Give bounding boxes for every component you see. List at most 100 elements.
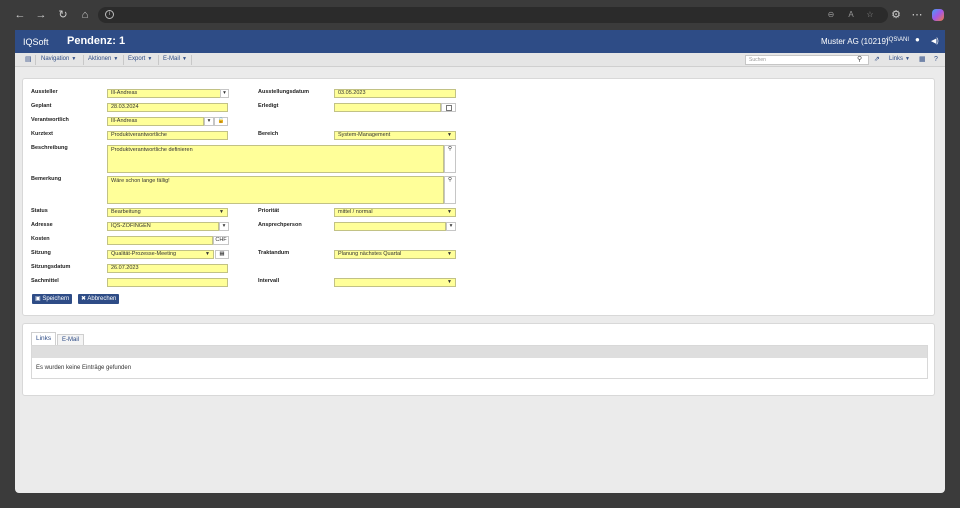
menu-separator: [191, 55, 192, 65]
favorite-star-icon[interactable]: ☆: [865, 10, 875, 20]
zoom-icon[interactable]: ⊖: [826, 10, 836, 20]
floppy-icon: ▣: [35, 296, 41, 302]
bemerkung-textarea[interactable]: Wäre schon lange fällig!: [107, 176, 444, 204]
user-name[interactable]: IQS\ANI: [887, 37, 909, 43]
sachmittel-label: Sachmittel: [31, 278, 59, 284]
traktandum-label: Traktandum: [258, 250, 290, 256]
aussteller-label: Aussteller: [31, 89, 58, 95]
form-panel: Aussteller Ill-Andreas ▾ Ausstellungsdat…: [22, 78, 935, 316]
adresse-select[interactable]: IQS-ZOFINGEN: [107, 222, 219, 231]
company-name[interactable]: Muster AG (10219): [821, 37, 889, 46]
beschreibung-label: Beschreibung: [31, 145, 68, 151]
intervall-select[interactable]: ▼: [334, 278, 456, 287]
verantwortlich-label: Verantwortlich: [31, 117, 69, 123]
forward-arrow-icon[interactable]: →: [35, 9, 47, 21]
erledigt-checkbox[interactable]: [446, 105, 452, 111]
ansprechperson-label: Ansprechperson: [258, 222, 302, 228]
address-bar[interactable]: i ⊖ A ☆: [98, 7, 888, 23]
intervall-label: Intervall: [258, 278, 280, 284]
bemerkung-label: Bemerkung: [31, 176, 62, 182]
chevron-down-icon: ▼: [205, 251, 210, 257]
prioritaet-label: Priorität: [258, 208, 280, 214]
user-icon[interactable]: ●: [915, 35, 920, 44]
sachmittel-field[interactable]: [107, 278, 228, 287]
chevron-down-icon: ▼: [447, 132, 452, 138]
aussteller-dropdown-icon[interactable]: ▾: [220, 89, 229, 98]
calendar-icon[interactable]: ▦: [919, 56, 926, 64]
kosten-currency: CHF: [213, 236, 229, 245]
menu-links[interactable]: Links ▼: [889, 56, 910, 62]
site-info-icon[interactable]: i: [105, 10, 114, 19]
menu-export[interactable]: Export ▼: [128, 56, 152, 62]
search-input[interactable]: Suchen: [745, 55, 869, 65]
status-select[interactable]: Bearbeitung ▼: [107, 208, 228, 217]
geplant-label: Geplant: [31, 103, 52, 109]
kurztext-field[interactable]: Produktverantwortliche: [107, 131, 228, 140]
menu-bar: ▤ Navigation ▼ Aktionen ▼ Export ▼ E-Mail ▼ …: [15, 53, 945, 67]
sitzung-calendar-button[interactable]: ▦: [215, 250, 229, 259]
geplant-field[interactable]: 28.03.2024: [107, 103, 228, 112]
magnifier-icon: ⚲: [447, 146, 453, 152]
cancel-button[interactable]: ✖ Abbrechen: [78, 294, 120, 304]
sitzungsdatum-field[interactable]: 26.07.2023: [107, 264, 228, 273]
adresse-label: Adresse: [31, 222, 53, 228]
beschreibung-zoom-button[interactable]: ⚲: [444, 145, 456, 173]
table-header: [32, 346, 927, 358]
ansprechperson-select[interactable]: [334, 222, 446, 231]
app-header: IQSoft Pendenz: 1 Muster AG (10219) IQS\…: [15, 30, 945, 53]
copilot-icon[interactable]: [932, 9, 944, 21]
speaker-icon[interactable]: ◀): [931, 37, 939, 45]
erledigt-checkbox-wrap: [441, 103, 456, 112]
prioritaet-select[interactable]: mittel / normal ▼: [334, 208, 456, 217]
tab-email[interactable]: E-Mail: [57, 334, 85, 345]
app-window: IQSoft Pendenz: 1 Muster AG (10219) IQS\…: [15, 30, 945, 493]
kosten-field[interactable]: [107, 236, 213, 245]
sitzung-select[interactable]: Qualität-Prozesse-Meeting ▼: [107, 250, 214, 259]
menu-email[interactable]: E-Mail ▼: [163, 56, 187, 62]
extensions-icon[interactable]: ⚙: [890, 9, 902, 21]
menu-navigation[interactable]: Navigation ▼: [41, 56, 76, 62]
more-menu-icon[interactable]: ⋯: [911, 9, 923, 21]
brand-logo[interactable]: IQSoft: [23, 37, 49, 47]
kurztext-label: Kurztext: [31, 131, 54, 137]
links-panel: Links E-Mail Es wurden keine Einträge ge…: [22, 323, 935, 396]
chevron-down-icon: ▼: [447, 251, 452, 257]
reload-icon[interactable]: ↻: [57, 9, 69, 21]
adresse-dropdown-icon[interactable]: ▾: [219, 222, 229, 231]
ansprechperson-dropdown-icon[interactable]: ▾: [446, 222, 456, 231]
ausstellungsdatum-field[interactable]: 03.05.2023: [334, 89, 456, 98]
back-arrow-icon[interactable]: ←: [14, 9, 26, 21]
erledigt-field[interactable]: [334, 103, 441, 112]
bereich-select[interactable]: System-Management ▼: [334, 131, 456, 140]
unlock-icon[interactable]: 🔓: [214, 117, 228, 126]
traktandum-select[interactable]: Planung nächstes Quartal ▼: [334, 250, 456, 259]
links-table: Es wurden keine Einträge gefunden: [31, 345, 928, 379]
read-aloud-icon[interactable]: A: [846, 10, 856, 20]
chevron-down-icon: ▼: [219, 209, 224, 215]
tab-links[interactable]: Links: [31, 332, 57, 345]
calendar-icon: ▦: [219, 251, 225, 257]
magnifier-icon: ⚲: [447, 177, 453, 183]
save-button[interactable]: ▣ Speichern: [32, 294, 73, 304]
aussteller-select[interactable]: Ill-Andreas: [107, 89, 228, 98]
browser-toolbar: ← → ↻ ⌂ i ⊖ A ☆ ⚙ ⋯: [0, 0, 960, 30]
chevron-down-icon: ▼: [447, 209, 452, 215]
home-icon[interactable]: ⌂: [79, 9, 91, 21]
verantwortlich-select[interactable]: Ill-Andreas: [107, 117, 204, 126]
beschreibung-textarea[interactable]: Produktverantwortliche definieren: [107, 145, 444, 173]
bereich-label: Bereich: [258, 131, 279, 137]
external-link-icon[interactable]: ⇗: [874, 56, 880, 64]
verantwortlich-dropdown-icon[interactable]: ▾: [204, 117, 214, 126]
erledigt-label: Erledigt: [258, 103, 279, 109]
menu-separator: [35, 55, 36, 65]
grid-menu-icon[interactable]: ▤: [25, 56, 32, 64]
status-label: Status: [31, 208, 48, 214]
menu-separator: [83, 55, 84, 65]
menu-aktionen[interactable]: Aktionen ▼: [88, 56, 118, 62]
chevron-down-icon: ▼: [447, 279, 452, 285]
sitzung-label: Sitzung: [31, 250, 51, 256]
search-icon[interactable]: ⚲: [857, 55, 862, 65]
menu-separator: [158, 55, 159, 65]
help-icon[interactable]: ?: [934, 56, 938, 64]
bemerkung-zoom-button[interactable]: ⚲: [444, 176, 456, 204]
